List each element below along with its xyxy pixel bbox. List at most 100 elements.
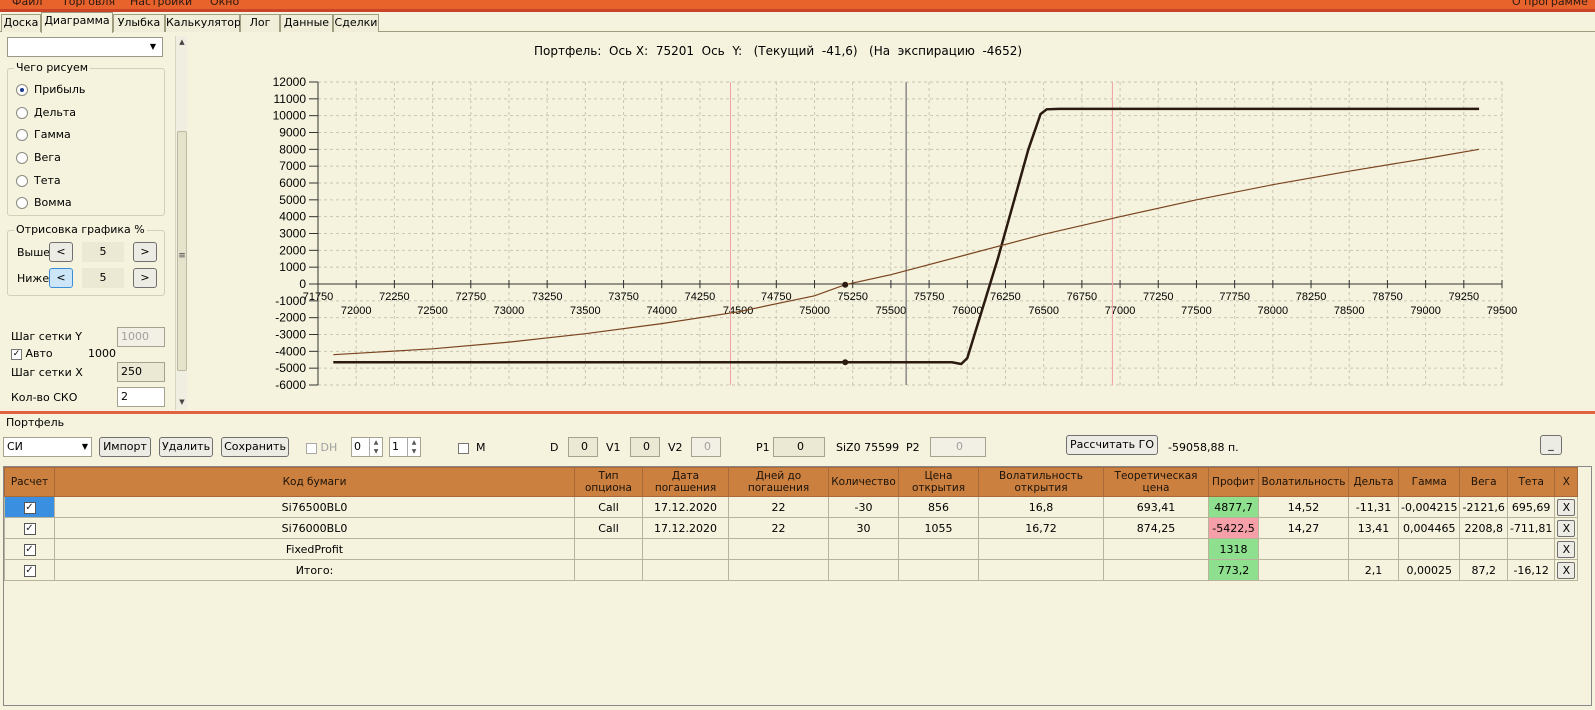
x-tick-label: 72000 <box>341 305 372 317</box>
x-tick-label: 73000 <box>494 305 525 317</box>
column-header[interactable]: Тета <box>1506 467 1556 497</box>
column-header[interactable]: Тип опциона <box>574 467 643 497</box>
y-tick-label: 10000 <box>273 109 307 123</box>
column-header[interactable]: Дата погашения <box>642 467 729 497</box>
remove-row-button[interactable]: X <box>1557 519 1576 537</box>
column-header[interactable]: Гамма <box>1397 467 1461 497</box>
cell-date: 17.12.2020 <box>642 496 729 518</box>
cell-delta: 13,41 <box>1348 517 1399 539</box>
p2-field[interactable]: 0 <box>930 437 986 457</box>
column-header[interactable]: Цена открытия <box>898 467 979 497</box>
remove-row-button[interactable]: X <box>1557 561 1576 579</box>
x-tick-label: 78500 <box>1334 305 1365 317</box>
cell-type: Call <box>574 496 643 518</box>
save-button[interactable]: Сохранить <box>221 437 289 457</box>
minimize-button[interactable]: _ <box>1540 435 1562 455</box>
d-field[interactable]: 0 <box>568 437 598 457</box>
dh-checkbox[interactable]: DH <box>306 441 337 454</box>
spin-field-2[interactable]: 1 ▲ ▼ <box>389 437 421 457</box>
column-header[interactable]: Профит <box>1208 467 1259 497</box>
column-header[interactable]: Расчет <box>4 467 55 497</box>
v2-label: V2 <box>668 441 683 454</box>
spin-down-icon[interactable]: ▼ <box>369 447 382 456</box>
cell-price: 1055 <box>898 517 979 539</box>
column-header[interactable]: Вега <box>1459 467 1508 497</box>
cell-theta: -16,12 <box>1506 559 1556 581</box>
cell-theta <box>1506 538 1556 560</box>
remove-row-button[interactable]: X <box>1557 498 1576 516</box>
import-button[interactable]: Импорт <box>99 437 151 457</box>
cell-vol-open <box>978 538 1104 560</box>
v1-field[interactable]: 0 <box>630 437 660 457</box>
positions-table: Расчет Код бумаги Тип опциона Дата погашения Д… <box>4 467 1579 581</box>
spin-value: 1 <box>392 440 399 453</box>
calc-checkbox-cell[interactable]: ✓ <box>4 559 55 581</box>
x-tick-label: 71750 <box>303 291 334 303</box>
cell-profit: 1318 <box>1208 538 1259 560</box>
cell-vega <box>1459 538 1508 560</box>
splitter[interactable] <box>0 411 1595 414</box>
table-row[interactable]: ✓ Si76000BL0 Call 17.12.2020 22 30 1055 16,72 87… <box>4 517 1579 539</box>
checkbox-checked-icon[interactable]: ✓ <box>23 565 36 577</box>
cell-date: 17.12.2020 <box>642 517 729 539</box>
cell-code: Итого: <box>54 559 575 581</box>
cell-vol: 14,27 <box>1258 517 1349 539</box>
positions-grid: Расчет Код бумаги Тип опциона Дата погашения Д… <box>3 466 1592 706</box>
cell-theta: -711,81 <box>1506 517 1556 539</box>
column-header[interactable]: Дней до погашения <box>728 467 829 497</box>
cell-code: Si76000BL0 <box>54 517 575 539</box>
checkbox-checked-icon[interactable]: ✓ <box>23 523 36 535</box>
p2-label: P2 <box>906 441 920 454</box>
column-header[interactable]: Код бумаги <box>54 467 575 497</box>
x-tick-label: 72500 <box>417 305 448 317</box>
x-tick-label: 76000 <box>952 305 983 317</box>
portfolio-combo[interactable]: СИ ▼ <box>3 437 92 457</box>
cell-vol: 14,52 <box>1258 496 1349 518</box>
cell-days <box>728 538 829 560</box>
calc-checkbox-cell[interactable]: ✓ <box>4 496 55 518</box>
column-header[interactable]: Количество <box>828 467 899 497</box>
table-row[interactable]: ✓ Итого: 773,2 2,1 0,00025 87,2 -16,12 X <box>4 559 1579 581</box>
spin-up-icon[interactable]: ▲ <box>369 438 382 447</box>
spin-up-icon[interactable]: ▲ <box>407 438 420 447</box>
x-tick-label: 78250 <box>1296 291 1327 303</box>
cell-code: FixedProfit <box>54 538 575 560</box>
tab-diagram[interactable]: Диаграмма <box>41 12 113 33</box>
m-checkbox[interactable]: M <box>458 441 486 454</box>
cell-type <box>574 559 643 581</box>
remove-cell: X <box>1554 517 1579 539</box>
column-header[interactable]: X <box>1554 467 1579 497</box>
cell-delta <box>1348 538 1399 560</box>
x-tick-label: 76500 <box>1028 305 1059 317</box>
spin-down-icon[interactable]: ▼ <box>407 447 420 456</box>
cell-theo: 874,25 <box>1103 517 1209 539</box>
spin-field-1[interactable]: 0 ▲ ▼ <box>351 437 383 457</box>
x-tick-label: 75250 <box>837 291 868 303</box>
calc-go-button[interactable]: Рассчитать ГО <box>1066 435 1158 455</box>
x-tick-label: 77000 <box>1105 305 1136 317</box>
v1-label: V1 <box>606 441 621 454</box>
column-header[interactable]: Теоретическая цена <box>1103 467 1209 497</box>
column-header[interactable]: Дельта <box>1348 467 1399 497</box>
checkbox-checked-icon[interactable]: ✓ <box>23 502 36 514</box>
go-value: -59058,88 п. <box>1168 441 1239 454</box>
x-tick-label: 79500 <box>1487 305 1518 317</box>
column-header[interactable]: Волатильность открытия <box>978 467 1104 497</box>
delete-button[interactable]: Удалить <box>159 437 213 457</box>
table-row[interactable]: ✓ Si76500BL0 Call 17.12.2020 22 -30 856 16,8 693… <box>4 496 1579 518</box>
table-row[interactable]: ✓ FixedProfit 1318 X <box>4 538 1579 560</box>
cell-type <box>574 538 643 560</box>
y-tick-label: 9000 <box>279 126 306 140</box>
p1-field[interactable]: 0 <box>773 437 825 457</box>
checkbox-checked-icon[interactable]: ✓ <box>23 544 36 556</box>
x-tick-label: 74000 <box>646 305 677 317</box>
v2-field[interactable]: 0 <box>691 437 721 457</box>
remove-row-button[interactable]: X <box>1557 540 1576 558</box>
calc-checkbox-cell[interactable]: ✓ <box>4 517 55 539</box>
column-header[interactable]: Волатильность <box>1258 467 1349 497</box>
profit-chart[interactable]: 1200011000100009000800070006000500040003… <box>0 0 1595 412</box>
x-tick-label: 72250 <box>379 291 410 303</box>
cell-gamma: -0,004215 <box>1397 496 1461 518</box>
current-point-marker <box>842 359 849 366</box>
calc-checkbox-cell[interactable]: ✓ <box>4 538 55 560</box>
